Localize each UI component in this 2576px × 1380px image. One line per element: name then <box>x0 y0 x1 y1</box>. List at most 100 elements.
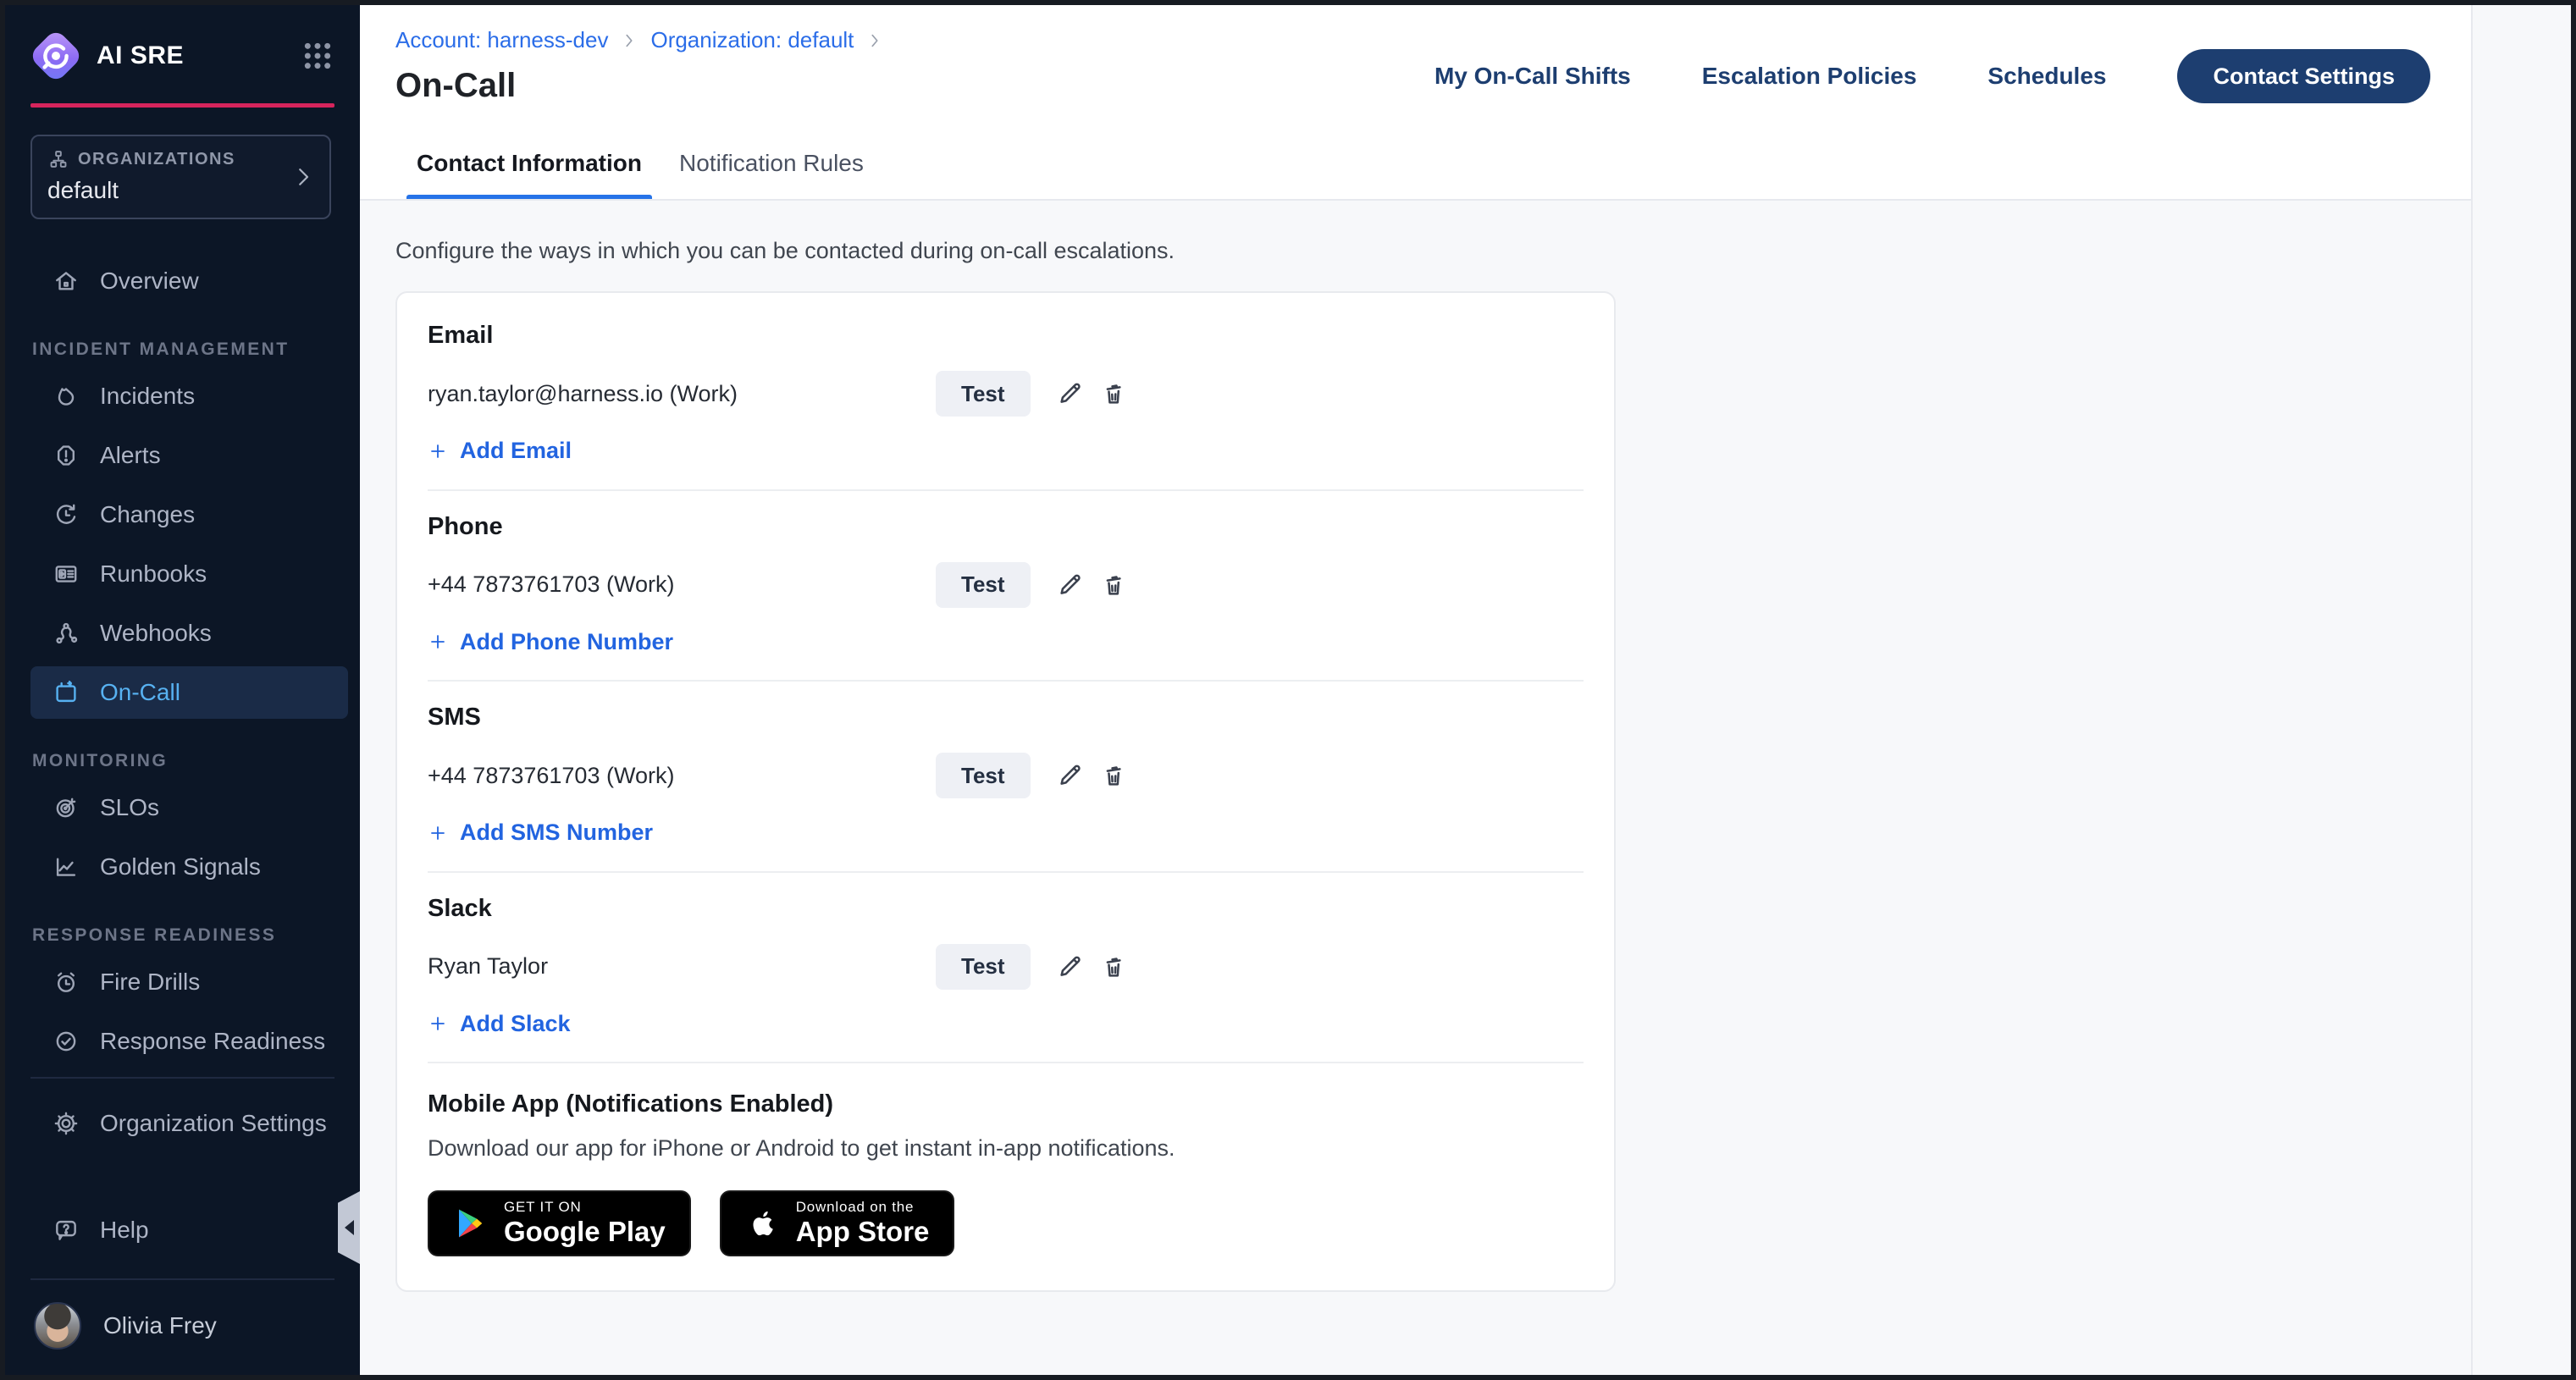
webhook-icon <box>53 620 80 647</box>
test-button[interactable]: Test <box>936 562 1031 608</box>
trash-icon <box>1099 571 1128 599</box>
header-nav: My On-Call Shifts Escalation Policies Sc… <box>1434 49 2430 103</box>
sidebar-item-alerts[interactable]: Alerts <box>30 429 348 482</box>
sidebar-item-golden-signals[interactable]: Golden Signals <box>30 841 348 893</box>
sidebar-item-help[interactable]: Help <box>30 1204 348 1256</box>
contact-row: ryan.taylor@harness.io (Work) Test <box>428 370 1584 417</box>
trash-icon <box>1099 761 1128 790</box>
plus-icon <box>428 632 448 652</box>
sidebar-item-slos[interactable]: SLOs <box>30 781 348 834</box>
delete-button[interactable] <box>1095 948 1132 985</box>
badge-tagline: GET IT ON <box>504 1200 666 1215</box>
page-header: Account: harness-dev Organization: defau… <box>360 5 2471 128</box>
tab-bar: Contact Information Notification Rules <box>360 128 2471 201</box>
sidebar-divider <box>30 1077 334 1079</box>
sidebar-item-label: Webhooks <box>100 620 212 647</box>
edit-button[interactable] <box>1051 948 1088 985</box>
pencil-icon <box>1055 379 1084 408</box>
add-sms-link[interactable]: Add SMS Number <box>428 820 653 846</box>
mobile-app-description: Download our app for iPhone or Android t… <box>428 1135 1584 1162</box>
logo-row: AI SRE <box>34 34 334 78</box>
sidebar-item-label: On-Call <box>100 679 180 706</box>
sms-section: SMS +44 7873761703 (Work) Test <box>428 682 1584 871</box>
organization-selector[interactable]: ORGANIZATIONS default <box>30 135 331 219</box>
delete-button[interactable] <box>1095 566 1132 604</box>
nav-section-response-readiness: RESPONSE READINESS <box>32 925 360 946</box>
contact-row: Ryan Taylor Test <box>428 943 1584 991</box>
edit-button[interactable] <box>1051 375 1088 412</box>
nav-schedules[interactable]: Schedules <box>1987 63 2106 90</box>
nav-escalation-policies[interactable]: Escalation Policies <box>1702 63 1917 90</box>
plus-icon <box>428 823 448 843</box>
test-button[interactable]: Test <box>936 944 1031 990</box>
breadcrumb-account[interactable]: Account: harness-dev <box>395 27 608 53</box>
main-area: Account: harness-dev Organization: defau… <box>360 5 2471 1375</box>
trash-icon <box>1099 379 1128 408</box>
user-menu[interactable]: Olivia Frey <box>34 1302 334 1350</box>
tab-contact-information[interactable]: Contact Information <box>406 128 652 199</box>
edit-button[interactable] <box>1051 566 1088 604</box>
changes-icon <box>53 501 80 528</box>
contact-value: +44 7873761703 (Work) <box>428 763 936 789</box>
pencil-icon <box>1055 761 1084 790</box>
badge-text: Download on the App Store <box>796 1200 930 1246</box>
sidebar-item-organization-settings[interactable]: Organization Settings <box>30 1097 348 1150</box>
avatar <box>34 1302 81 1350</box>
gear-icon <box>53 1110 80 1137</box>
sidebar-item-changes[interactable]: Changes <box>30 489 348 541</box>
organization-selector-header: ORGANIZATIONS <box>47 148 292 170</box>
sidebar-footer: Organization Settings Help Olivia Frey <box>5 1077 360 1375</box>
sidebar-item-label: Overview <box>100 268 199 295</box>
apps-grid-icon[interactable] <box>301 39 334 73</box>
help-chat-icon <box>53 1217 80 1244</box>
sidebar-divider <box>30 1278 334 1280</box>
delete-button[interactable] <box>1095 757 1132 794</box>
breadcrumb-organization[interactable]: Organization: default <box>650 27 854 53</box>
sidebar-item-incidents[interactable]: Incidents <box>30 370 348 422</box>
brand-accent-line <box>30 103 334 108</box>
sidebar-item-label: Golden Signals <box>100 853 261 880</box>
test-button[interactable]: Test <box>936 371 1031 417</box>
sidebar-item-label: Help <box>100 1217 149 1244</box>
sidebar-item-on-call[interactable]: On-Call <box>30 666 348 719</box>
sidebar-item-label: Runbooks <box>100 560 207 588</box>
nav-my-on-call-shifts[interactable]: My On-Call Shifts <box>1434 63 1631 90</box>
play-store-icon <box>453 1206 489 1241</box>
nav-contact-settings[interactable]: Contact Settings <box>2177 49 2430 103</box>
sidebar-item-response-readiness[interactable]: Response Readiness <box>30 1015 348 1068</box>
badge-store-name: Google Play <box>504 1217 666 1247</box>
sidebar-item-webhooks[interactable]: Webhooks <box>30 607 348 660</box>
app-logo-icon <box>34 34 78 78</box>
sidebar-item-label: Changes <box>100 501 195 528</box>
edit-button[interactable] <box>1051 757 1088 794</box>
sidebar-item-fire-drills[interactable]: Fire Drills <box>30 956 348 1008</box>
email-section: Email ryan.taylor@harness.io (Work) Test <box>428 300 1584 489</box>
store-badges: GET IT ON Google Play Download on the <box>428 1190 1584 1256</box>
sidebar-item-label: Organization Settings <box>100 1110 327 1137</box>
contact-value: +44 7873761703 (Work) <box>428 571 936 598</box>
sidebar-item-label: Alerts <box>100 442 161 469</box>
add-slack-link[interactable]: Add Slack <box>428 1011 571 1037</box>
app-window: AI SRE ORGANI <box>0 0 2576 1380</box>
sidebar-item-label: SLOs <box>100 794 159 821</box>
app-name: AI SRE <box>97 41 184 70</box>
delete-button[interactable] <box>1095 375 1132 412</box>
add-email-link[interactable]: Add Email <box>428 438 572 464</box>
sidebar-item-runbooks[interactable]: Runbooks <box>30 548 348 600</box>
runbook-icon <box>53 560 80 588</box>
add-phone-link[interactable]: Add Phone Number <box>428 629 673 655</box>
sidebar-item-overview[interactable]: Overview <box>30 255 348 307</box>
slack-section: Slack Ryan Taylor Test <box>428 873 1584 1063</box>
contact-value: ryan.taylor@harness.io (Work) <box>428 381 936 407</box>
nav-section-incident-management: INCIDENT MANAGEMENT <box>32 339 360 360</box>
section-title: Email <box>428 322 1584 350</box>
app-store-badge[interactable]: Download on the App Store <box>720 1190 955 1256</box>
add-link-label: Add SMS Number <box>460 820 653 846</box>
tab-notification-rules[interactable]: Notification Rules <box>669 128 874 199</box>
pencil-icon <box>1055 571 1084 599</box>
sidebar-item-label: Incidents <box>100 383 195 410</box>
sidebar-collapse-handle[interactable] <box>338 1191 360 1264</box>
google-play-badge[interactable]: GET IT ON Google Play <box>428 1190 691 1256</box>
test-button[interactable]: Test <box>936 753 1031 798</box>
org-hierarchy-icon <box>47 148 69 170</box>
